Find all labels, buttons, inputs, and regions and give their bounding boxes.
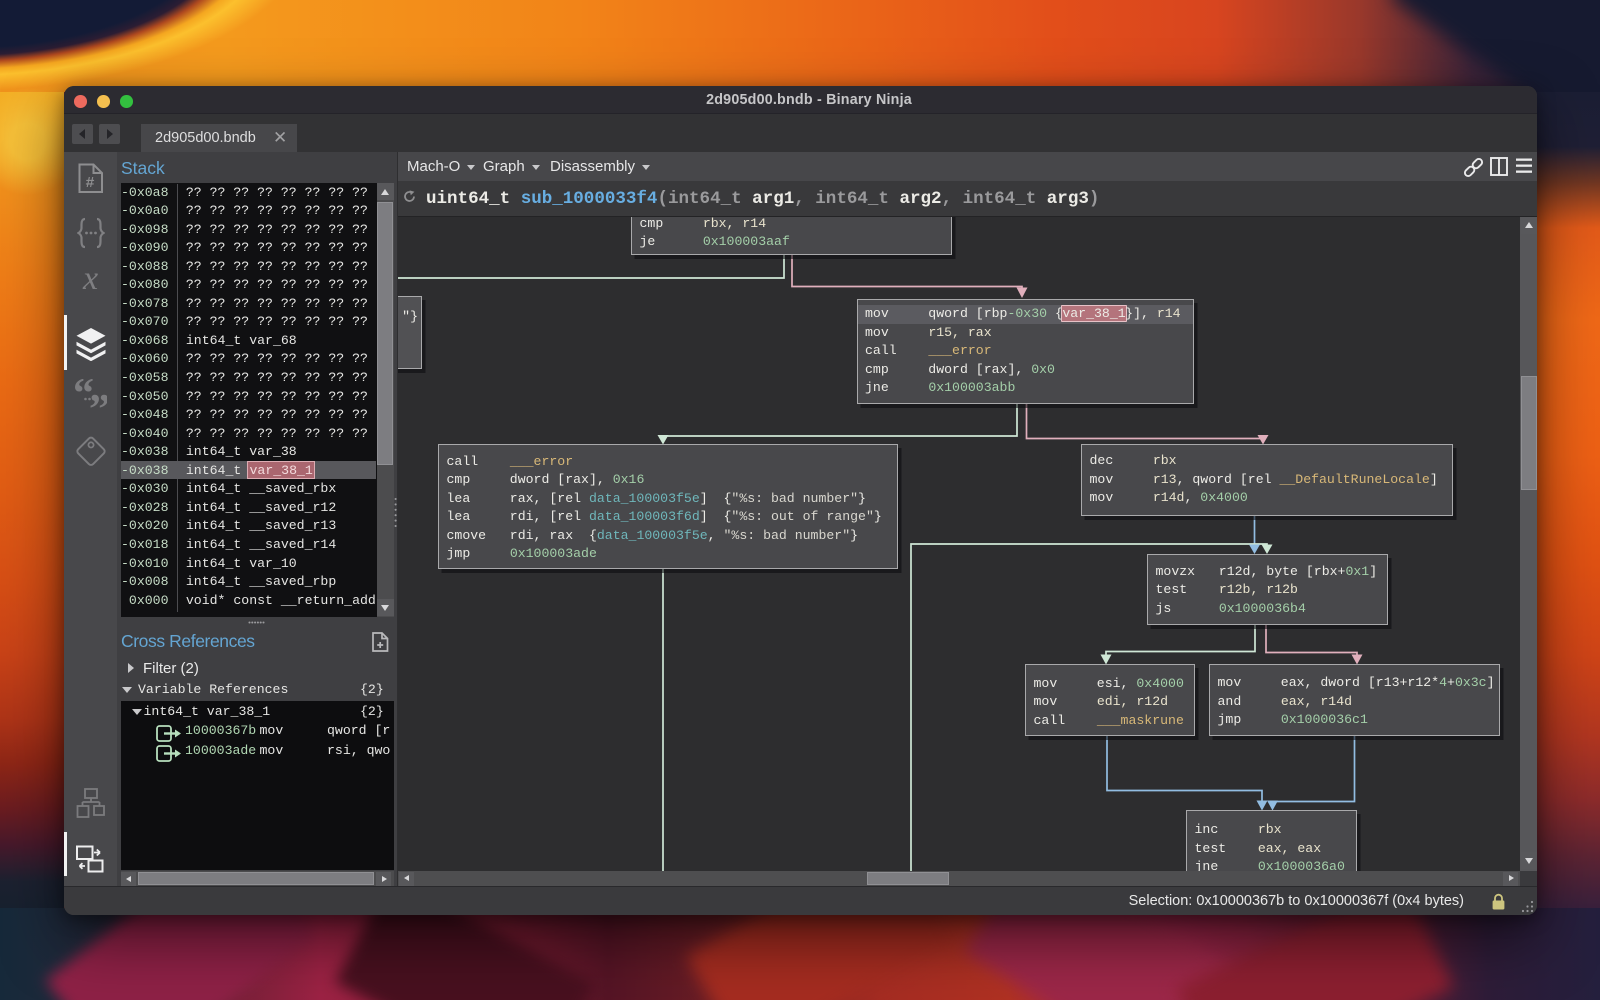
svg-text:#: # [85,175,94,192]
svg-text:”: ” [89,387,107,412]
